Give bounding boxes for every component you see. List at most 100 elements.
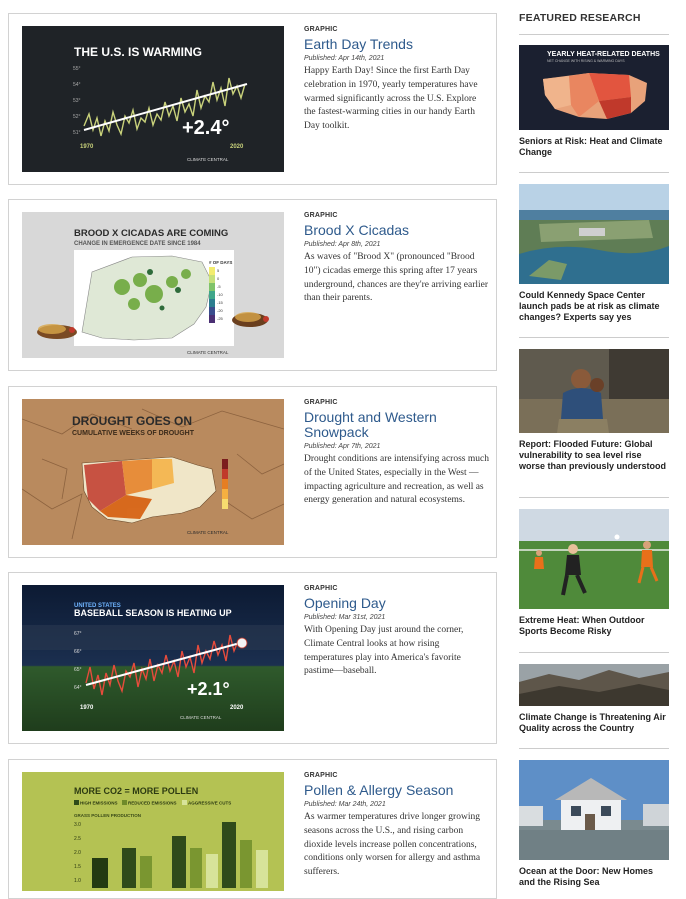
article-text: GRAPHIC Drought and Western Snowpack Pub… [304, 399, 489, 508]
axis-label: GRASS POLLEN PRODUCTION [74, 813, 141, 818]
legend-tick: -25 [217, 316, 224, 321]
article-description: As warmer temperatures drive longer grow… [304, 812, 481, 878]
sidebar-divider [519, 172, 669, 173]
brand-logo: CLIMATE CENTRAL [187, 157, 229, 162]
article-kicker: GRAPHIC [304, 26, 338, 33]
graphic-title: THE U.S. IS WARMING [74, 45, 202, 59]
featured-caption-link[interactable]: Report: Flooded Future: Global vulnerabi… [519, 439, 669, 472]
article-description: Drought conditions are intensifying acro… [304, 454, 489, 506]
legend-tick: -20 [217, 308, 224, 313]
article-thumbnail[interactable]: UNITED STATES BASEBALL SEASON IS HEATING… [22, 585, 284, 731]
featured-caption-link[interactable]: Ocean at the Door: New Homes and the Ris… [519, 866, 669, 888]
tick-label: 1.5 [74, 864, 81, 870]
featured-thumbnail[interactable]: YEARLY HEAT-RELATED DEATHS NET CHANGE WI… [519, 45, 669, 130]
legend-label: HIGH EMISSIONS [80, 801, 118, 806]
tick-label: 55° [73, 66, 81, 72]
tick-label: 53° [73, 98, 81, 104]
article-card: MORE CO2 = MORE POLLEN HIGH EMISSIONS RE… [8, 759, 497, 899]
featured-item[interactable]: Extreme Heat: When Outdoor Sports Become… [519, 509, 669, 637]
graphic-subtitle: CHANGE IN EMERGENCE DATE SINCE 1984 [74, 241, 201, 247]
tick-label: 67° [74, 631, 82, 637]
graphic-title: BROOD X CICADAS ARE COMING [74, 228, 228, 239]
tick-label: 65° [74, 667, 82, 673]
article-title-link[interactable]: Brood X Cicadas [304, 223, 489, 238]
tick-label: 52° [73, 114, 81, 120]
article-text: GRAPHIC Earth Day Trends Published: Apr … [304, 26, 489, 134]
tick-label: 51° [73, 130, 81, 136]
published-date: Published: Apr 7th, 2021 [304, 443, 381, 450]
article-thumbnail[interactable]: DROUGHT GOES ON CUMULATIVE WEEKS OF DROU… [22, 399, 284, 545]
graphic-subtitle: CUMULATIVE WEEKS OF DROUGHT [72, 430, 195, 437]
article-card: UNITED STATES BASEBALL SEASON IS HEATING… [8, 572, 497, 744]
sidebar-divider [519, 497, 669, 498]
featured-item[interactable]: Ocean at the Door: New Homes and the Ris… [519, 760, 669, 888]
tick-label: 64° [74, 685, 82, 691]
article-text: GRAPHIC Pollen & Allergy Season Publishe… [304, 772, 489, 880]
featured-thumbnail[interactable] [519, 760, 669, 860]
featured-caption-link[interactable]: Climate Change is Threatening Air Qualit… [519, 712, 669, 734]
article-kicker: GRAPHIC [304, 399, 338, 406]
space-center-aerial-image [519, 184, 669, 284]
featured-thumbnail[interactable] [519, 509, 669, 609]
article-kicker: GRAPHIC [304, 212, 338, 219]
legend-tick: -15 [217, 300, 224, 305]
brand-logo: CLIMATE CENTRAL [180, 715, 222, 720]
sidebar-heading: FEATURED RESEARCH [519, 12, 641, 24]
graphic-title: MORE CO2 = MORE POLLEN [74, 786, 198, 796]
article-text: GRAPHIC Opening Day Published: Mar 31st,… [304, 585, 489, 679]
sidebar-divider [519, 748, 669, 749]
heat-deaths-map-image: YEARLY HEAT-RELATED DEATHS NET CHANGE WI… [519, 45, 669, 130]
article-thumbnail[interactable]: BROOD X CICADAS ARE COMING CHANGE IN EME… [22, 212, 284, 358]
soccer-players-image [519, 509, 669, 609]
featured-thumbnail[interactable] [519, 664, 669, 706]
tick-label: 1.0 [74, 878, 81, 884]
published-date: Published: Apr 8th, 2021 [304, 241, 381, 248]
published-date: Published: Mar 31st, 2021 [304, 614, 386, 621]
graphic-stat: +2.1° [187, 679, 230, 699]
year-start-label: 1970 [80, 144, 94, 150]
article-kicker: GRAPHIC [304, 585, 338, 592]
legend-tick: -10 [217, 292, 224, 297]
brand-logo: CLIMATE CENTRAL [187, 530, 229, 535]
thumb-title: YEARLY HEAT-RELATED DEATHS [547, 51, 660, 58]
published-date: Published: Mar 24th, 2021 [304, 801, 386, 808]
article-title-link[interactable]: Earth Day Trends [304, 37, 489, 52]
article-description: With Opening Day just around the corner,… [304, 625, 464, 677]
article-thumbnail[interactable]: THE U.S. IS WARMING 55° 54° 53° 52° 51° … [22, 26, 284, 172]
warming-chart-graphic: THE U.S. IS WARMING 55° 54° 53° 52° 51° … [22, 26, 284, 172]
legend-label: AGGRESSIVE CUTS [188, 801, 231, 806]
featured-item[interactable]: Climate Change is Threatening Air Qualit… [519, 664, 669, 734]
article-card: BROOD X CICADAS ARE COMING CHANGE IN EME… [8, 199, 497, 371]
tick-label: 2.5 [74, 836, 81, 842]
year-start-label: 1970 [80, 705, 94, 711]
featured-item[interactable]: YEARLY HEAT-RELATED DEATHS NET CHANGE WI… [519, 45, 669, 158]
featured-caption-link[interactable]: Seniors at Risk: Heat and Climate Change [519, 136, 669, 158]
article-title-link[interactable]: Drought and Western Snowpack [304, 410, 489, 440]
article-thumbnail[interactable]: MORE CO2 = MORE POLLEN HIGH EMISSIONS RE… [22, 772, 284, 891]
sidebar-divider [519, 337, 669, 338]
legend-title: # OF DAYS [209, 260, 232, 265]
featured-item[interactable]: Could Kennedy Space Center launch pads b… [519, 184, 669, 323]
year-end-label: 2020 [230, 705, 244, 711]
featured-item[interactable]: Report: Flooded Future: Global vulnerabi… [519, 349, 669, 472]
tick-label: 66° [74, 649, 82, 655]
article-card: DROUGHT GOES ON CUMULATIVE WEEKS OF DROU… [8, 386, 497, 558]
tick-label: 2.0 [74, 850, 81, 856]
featured-caption-link[interactable]: Could Kennedy Space Center launch pads b… [519, 290, 669, 323]
sidebar-divider [519, 34, 669, 35]
tick-label: 3.0 [74, 822, 81, 828]
flooded-people-image [519, 349, 669, 433]
article-kicker: GRAPHIC [304, 772, 338, 779]
cicada-map-graphic: BROOD X CICADAS ARE COMING CHANGE IN EME… [22, 212, 284, 358]
article-title-link[interactable]: Opening Day [304, 596, 489, 611]
baseball-chart-graphic: UNITED STATES BASEBALL SEASON IS HEATING… [22, 585, 284, 731]
featured-thumbnail[interactable] [519, 184, 669, 284]
published-date: Published: Apr 14th, 2021 [304, 55, 385, 62]
sidebar-divider [519, 652, 669, 653]
article-title-link[interactable]: Pollen & Allergy Season [304, 783, 489, 798]
flooded-house-image [519, 760, 669, 860]
graphic-title: BASEBALL SEASON IS HEATING UP [74, 608, 232, 618]
featured-thumbnail[interactable] [519, 349, 669, 433]
pollen-chart-graphic: MORE CO2 = MORE POLLEN HIGH EMISSIONS RE… [22, 772, 284, 891]
featured-caption-link[interactable]: Extreme Heat: When Outdoor Sports Become… [519, 615, 669, 637]
